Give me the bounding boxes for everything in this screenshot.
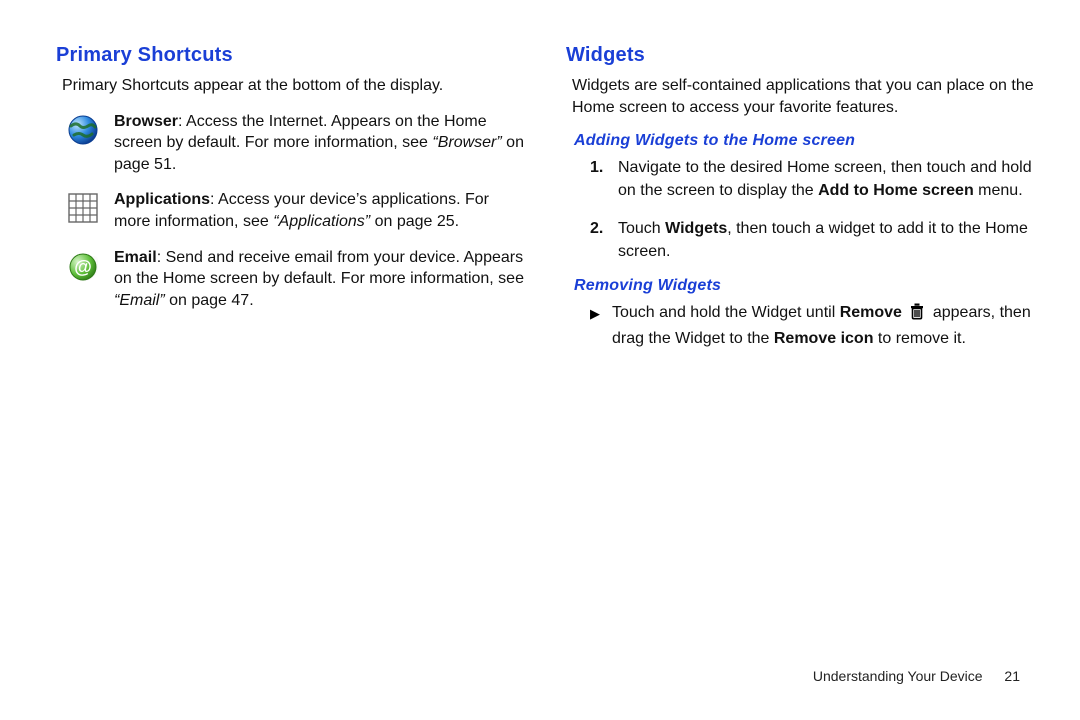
step-2-number: 2.	[590, 217, 608, 263]
page-footer: Understanding Your Device 21	[813, 668, 1020, 684]
shortcut-email-text: Email: Send and receive email from your …	[114, 247, 526, 312]
manual-page: Primary Shortcuts Primary Shortcuts appe…	[0, 0, 1080, 720]
svg-text:@: @	[74, 257, 92, 277]
shortcut-applications-text: Applications: Access your device’s appli…	[114, 189, 526, 232]
shortcut-email: @ Email: Send and receive email from you…	[66, 247, 526, 312]
footer-page-number: 21	[1004, 668, 1020, 684]
email-icon: @	[66, 249, 100, 283]
ref-browser: “Browser”	[432, 134, 501, 151]
step-1-text: Navigate to the desired Home screen, the…	[618, 156, 1036, 202]
step-2-pre: Touch	[618, 220, 665, 237]
grid-icon	[66, 191, 100, 225]
term-browser: Browser	[114, 113, 178, 130]
ref-applications: “Applications”	[273, 213, 370, 230]
heading-removing-widgets: Removing Widgets	[574, 277, 1036, 295]
removing-widgets-bullets: ▶ Touch and hold the Widget until Remove	[590, 301, 1036, 350]
term-applications: Applications	[114, 191, 210, 208]
step-2-bold: Widgets	[665, 220, 727, 237]
ref-email: “Email”	[114, 292, 165, 309]
step-1-bold: Add to Home screen	[818, 182, 974, 199]
ref-applications-tail: on page 25.	[370, 213, 459, 230]
desc-email: : Send and receive email from your devic…	[114, 249, 524, 288]
heading-adding-widgets: Adding Widgets to the Home screen	[574, 132, 1036, 150]
footer-section: Understanding Your Device	[813, 668, 983, 684]
widgets-intro: Widgets are self-contained applications …	[572, 75, 1036, 118]
right-column: Widgets Widgets are self-contained appli…	[566, 40, 1036, 690]
primary-shortcuts-intro: Primary Shortcuts appear at the bottom o…	[62, 75, 526, 97]
step-1-number: 1.	[590, 156, 608, 202]
shortcut-browser-text: Browser: Access the Internet. Appears on…	[114, 111, 526, 176]
shortcut-browser: Browser: Access the Internet. Appears on…	[66, 111, 526, 176]
step-2-text: Touch Widgets, then touch a widget to ad…	[618, 217, 1036, 263]
step-1: 1. Navigate to the desired Home screen, …	[590, 156, 1036, 202]
remove-pre: Touch and hold the Widget until	[612, 304, 840, 321]
ref-email-tail: on page 47.	[165, 292, 254, 309]
remove-post: to remove it.	[873, 330, 965, 347]
adding-widgets-steps: 1. Navigate to the desired Home screen, …	[590, 156, 1036, 263]
left-column: Primary Shortcuts Primary Shortcuts appe…	[56, 40, 526, 690]
heading-primary-shortcuts: Primary Shortcuts	[56, 44, 526, 67]
remove-bold1: Remove	[840, 304, 902, 321]
heading-widgets: Widgets	[566, 44, 1036, 67]
remove-bold2: Remove icon	[774, 330, 874, 347]
removing-bullet: ▶ Touch and hold the Widget until Remove	[590, 301, 1036, 350]
removing-bullet-text: Touch and hold the Widget until Remove a…	[612, 301, 1036, 350]
term-email: Email	[114, 249, 157, 266]
shortcut-list: Browser: Access the Internet. Appears on…	[66, 111, 526, 312]
step-2: 2. Touch Widgets, then touch a widget to…	[590, 217, 1036, 263]
shortcut-applications: Applications: Access your device’s appli…	[66, 189, 526, 232]
globe-icon	[66, 113, 100, 147]
trash-icon	[909, 302, 925, 327]
step-1-post: menu.	[974, 182, 1023, 199]
bullet-marker: ▶	[590, 301, 600, 350]
